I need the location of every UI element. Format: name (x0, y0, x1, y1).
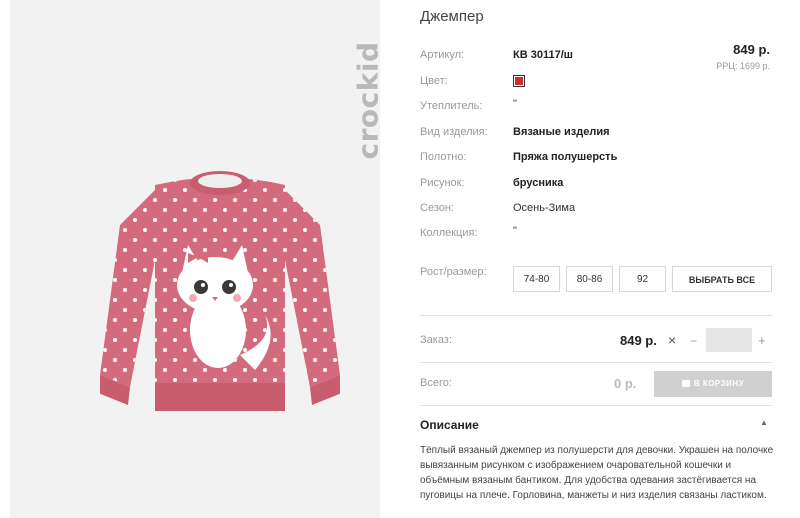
select-all-sizes-button[interactable]: ВЫБРАТЬ ВСЕ (672, 266, 772, 292)
insulation-label: Утеплитель: (420, 100, 483, 112)
divider (420, 315, 772, 316)
article-label: Артикул: (420, 49, 465, 61)
fabric-value: Пряжа полушерсть (513, 151, 618, 163)
product-price: 849 р. (733, 42, 770, 57)
divider (420, 405, 772, 406)
order-label: Заказ: (420, 334, 452, 346)
fabric-label: Полотно: (420, 151, 467, 163)
quantity-input[interactable] (706, 328, 752, 352)
increase-quantity-button[interactable]: + (758, 333, 766, 348)
size-option-80-86[interactable]: 80-86 (566, 266, 613, 292)
product-type-value: Вязаные изделия (513, 126, 610, 138)
sweater-illustration (100, 171, 340, 411)
total-value: 0 р. (614, 376, 637, 391)
color-swatch-fill (515, 77, 523, 85)
product-rrp: РРЦ: 1699 р. (716, 61, 770, 71)
color-label: Цвет: (420, 75, 448, 87)
color-swatch[interactable] (513, 75, 525, 87)
size-option-92[interactable]: 92 (619, 266, 666, 292)
pattern-value: брусника (513, 177, 564, 189)
pattern-label: Рисунок: (420, 177, 465, 189)
season-label: Сезон: (420, 202, 454, 214)
product-type-label: Вид изделия: (420, 126, 488, 138)
brand-logo: crockid (348, 38, 381, 160)
chevron-up-icon[interactable]: ▲ (760, 418, 768, 427)
product-image: crockid (10, 0, 380, 518)
order-price: 849 р. (620, 333, 657, 348)
remove-icon[interactable]: × (668, 332, 676, 348)
size-label: Рост/размер: (420, 266, 487, 278)
product-title: Джемпер (420, 8, 484, 25)
add-to-cart-button[interactable]: В КОРЗИНУ (654, 371, 772, 397)
total-label: Всего: (420, 377, 452, 389)
collection-label: Коллекция: (420, 227, 478, 239)
description-title[interactable]: Описание (420, 418, 479, 432)
article-value: КВ 30117/ш (513, 49, 573, 61)
description-text: Тёплый вязаный джемпер из полушерсти для… (420, 445, 774, 501)
collection-value: " (513, 225, 517, 237)
brand-logo-text: crockid (351, 41, 381, 160)
size-option-74-80[interactable]: 74-80 (513, 266, 560, 292)
add-to-cart-label: В КОРЗИНУ (693, 379, 745, 388)
decrease-quantity-button[interactable]: − (690, 334, 697, 348)
season-value: Осень-Зима (513, 202, 576, 214)
cart-icon (681, 380, 690, 387)
divider (420, 362, 772, 363)
insulation-value: " (513, 98, 517, 110)
